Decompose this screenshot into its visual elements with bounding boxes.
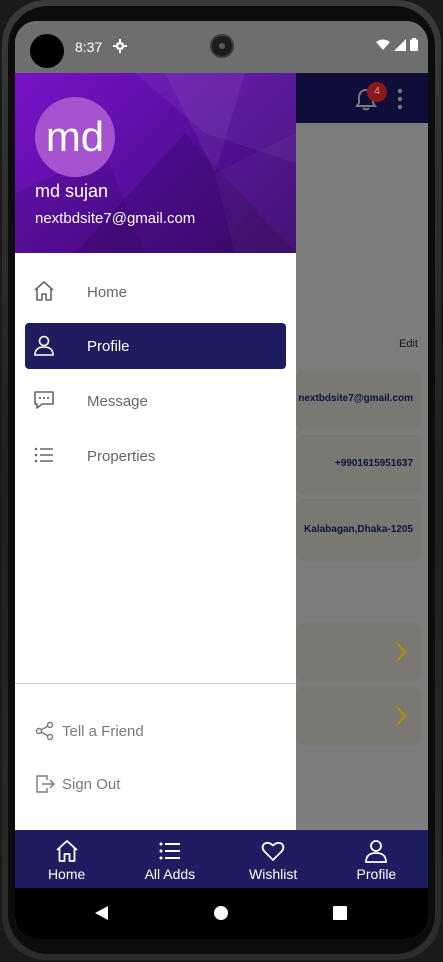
battery-icon	[410, 38, 418, 51]
drawer-item-label: Message	[87, 393, 148, 410]
drawer-item-profile[interactable]: Profile	[25, 323, 286, 369]
navigation-drawer: md md sujan nextbdsite7@gmail.com Home P…	[15, 73, 296, 830]
email-value: nextbdsite7@gmail.com	[298, 393, 413, 404]
back-icon[interactable]	[93, 905, 109, 921]
user-name: md sujan	[35, 181, 109, 201]
settings-row-2[interactable]	[296, 687, 421, 745]
nav-all-adds[interactable]: All Adds	[118, 830, 221, 888]
tell-a-friend-button[interactable]: Tell a Friend	[35, 717, 285, 747]
gear-icon	[113, 39, 127, 53]
status-bar: 8:37	[15, 21, 428, 73]
drawer-divider	[15, 683, 296, 684]
nav-home[interactable]: Home	[15, 830, 118, 888]
nav-profile[interactable]: Profile	[325, 830, 428, 888]
drawer-item-properties[interactable]: Properties	[25, 433, 286, 479]
recent-apps-button[interactable]	[333, 906, 347, 920]
wifi-icon	[376, 39, 390, 50]
nav-label: All Adds	[144, 866, 196, 882]
drawer-header: md md sujan nextbdsite7@gmail.com	[15, 73, 296, 253]
chevron-right-icon	[396, 642, 407, 662]
chevron-right-icon	[396, 706, 407, 726]
camera-cutout	[30, 34, 64, 68]
person-icon	[365, 840, 388, 863]
front-camera	[210, 34, 234, 58]
nav-label: Profile	[356, 866, 397, 882]
more-options-icon[interactable]	[397, 88, 403, 110]
signal-icon	[394, 38, 406, 51]
drawer-item-label: Properties	[87, 448, 156, 465]
device-screen: 8:37 4 Edit nextbdsite7@gmail.com +99016…	[15, 21, 428, 939]
status-indicators	[376, 38, 418, 51]
home-button[interactable]	[214, 906, 228, 920]
notification-badge: 4	[367, 82, 387, 102]
home-icon	[56, 840, 78, 862]
heart-icon	[261, 841, 285, 861]
email-card: nextbdsite7@gmail.com	[296, 370, 421, 430]
list-icon	[159, 842, 180, 860]
avatar[interactable]: md	[35, 97, 115, 177]
share-icon	[35, 721, 54, 741]
phone-value: +9901615951637	[334, 458, 413, 469]
settings-row-1[interactable]	[296, 623, 421, 681]
sign-out-button[interactable]: Sign Out	[35, 770, 285, 800]
status-time: 8:37	[75, 39, 103, 55]
system-navigation-bar	[15, 888, 428, 939]
user-email: nextbdsite7@gmail.com	[35, 210, 196, 227]
sign-out-label: Sign Out	[62, 776, 121, 793]
phone-card: +9901615951637	[296, 435, 421, 495]
home-icon	[34, 281, 54, 301]
sign-out-icon	[36, 775, 55, 793]
message-icon	[34, 391, 54, 409]
address-value: Kalabagan,Dhaka-1205	[304, 524, 413, 535]
nav-label: Home	[47, 866, 86, 882]
list-icon	[34, 447, 53, 463]
person-icon	[34, 335, 54, 356]
bottom-navigation: Home All Adds Wishlist Profile	[15, 830, 428, 888]
nav-wishlist[interactable]: Wishlist	[222, 830, 325, 888]
tell-a-friend-label: Tell a Friend	[62, 723, 144, 740]
drawer-item-home[interactable]: Home	[25, 269, 286, 315]
address-card: Kalabagan,Dhaka-1205	[296, 499, 421, 561]
drawer-item-label: Profile	[87, 338, 130, 355]
nav-label: Wishlist	[249, 866, 298, 882]
edit-profile-link[interactable]: Edit	[399, 338, 418, 350]
drawer-item-label: Home	[87, 284, 128, 301]
drawer-item-message[interactable]: Message	[25, 378, 286, 424]
